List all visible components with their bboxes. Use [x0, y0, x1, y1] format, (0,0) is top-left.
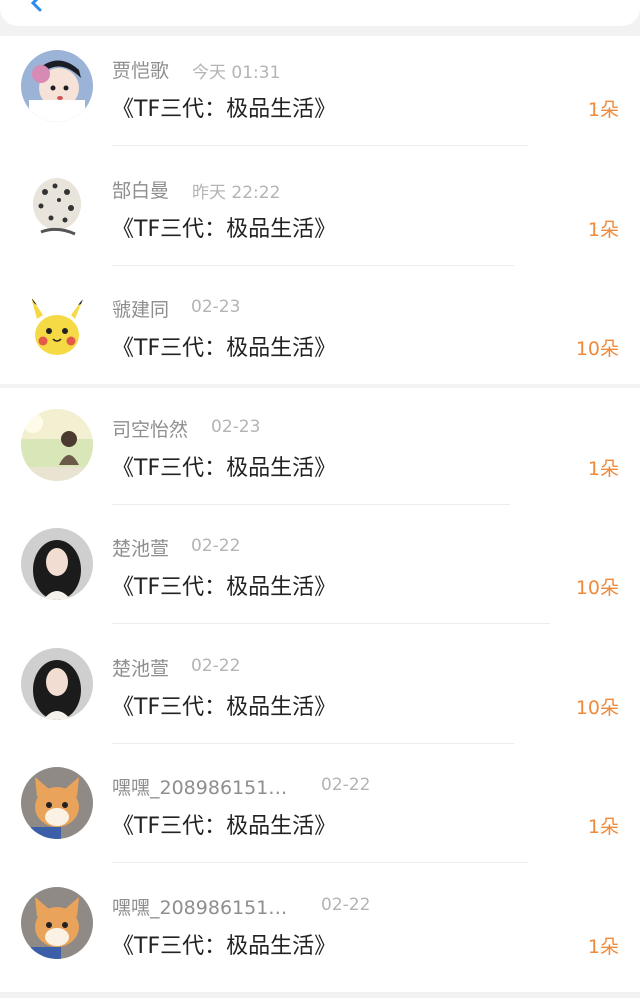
divider [112, 623, 550, 624]
gift-time: 02-23 [211, 416, 261, 437]
gift-time: 02-22 [191, 655, 241, 676]
user-name[interactable]: 嘿嘿_208986151… [112, 893, 287, 920]
flower-count: 10朵 [575, 696, 619, 719]
leopard-avatar[interactable] [21, 169, 93, 242]
list-item[interactable]: 虢建同 02-23 《TF三代：极品生活》 10朵 [0, 275, 640, 395]
flower-count: 1朵 [587, 457, 619, 480]
user-name[interactable]: 楚池萱 [112, 534, 169, 561]
girl-portrait-avatar[interactable] [21, 647, 93, 720]
kitten-avatar[interactable] [21, 886, 93, 959]
user-name[interactable]: 虢建同 [112, 295, 169, 322]
user-name[interactable]: 司空怡然 [112, 415, 188, 442]
gift-time: 昨天 22:22 [192, 182, 281, 203]
kitten-avatar[interactable] [21, 767, 93, 839]
divider [112, 862, 528, 863]
gift-time: 02-23 [191, 297, 241, 317]
top-bar [0, 0, 640, 26]
list-item[interactable]: 贾恺歌 今天 01:31 《TF三代：极品生活》 1朵 [0, 36, 640, 156]
list-item[interactable]: 司空怡然 02-23 《TF三代：极品生活》 1朵 [0, 395, 640, 515]
flower-count: 1朵 [587, 218, 619, 241]
chevron-left-icon[interactable] [26, 0, 48, 14]
list-item[interactable]: 嘿嘿_208986151… 02-22 《TF三代：极品生活》 1朵 [0, 753, 640, 873]
gift-time: 今天 01:31 [192, 63, 281, 83]
pikachu-avatar[interactable] [21, 289, 93, 361]
gift-time: 02-22 [321, 894, 371, 915]
flower-count: 1朵 [587, 935, 619, 958]
user-name[interactable]: 楚池萱 [112, 654, 169, 681]
gift-time: 02-22 [321, 775, 371, 795]
book-title: 《TF三代：极品生活》 [112, 216, 337, 242]
list-item[interactable]: 楚池萱 02-22 《TF三代：极品生活》 10朵 [0, 634, 640, 754]
flower-count: 1朵 [587, 816, 619, 838]
user-name[interactable]: 郜白曼 [112, 176, 169, 203]
flower-count: 10朵 [575, 577, 619, 599]
flower-count: 10朵 [575, 338, 619, 360]
divider [112, 503, 510, 505]
user-name[interactable]: 嘿嘿_208986151… [112, 773, 287, 800]
gift-time: 02-22 [191, 536, 241, 556]
list-item[interactable]: 郜白曼 昨天 22:22 《TF三代：极品生活》 1朵 [0, 156, 640, 276]
girl-sunset-avatar[interactable] [21, 408, 93, 481]
book-title: 《TF三代：极品生活》 [112, 97, 337, 122]
book-title: 《TF三代：极品生活》 [112, 694, 337, 720]
book-title: 《TF三代：极品生活》 [112, 455, 337, 481]
book-title: 《TF三代：极品生活》 [112, 575, 337, 600]
section-gap [0, 384, 640, 388]
divider [112, 742, 514, 744]
list-item[interactable]: 嘿嘿_208986151… 02-22 《TF三代：极品生活》 1朵 [0, 873, 640, 993]
gift-list: 贾恺歌 今天 01:31 《TF三代：极品生活》 1朵 郜白曼 昨天 22:22… [0, 36, 640, 992]
user-name[interactable]: 贾恺歌 [112, 56, 169, 83]
flower-count: 1朵 [587, 99, 619, 121]
book-title: 《TF三代：极品生活》 [112, 933, 337, 959]
anime-girl-avatar[interactable] [21, 50, 93, 122]
divider [112, 145, 528, 146]
book-title: 《TF三代：极品生活》 [112, 336, 337, 361]
list-item[interactable]: 楚池萱 02-22 《TF三代：极品生活》 10朵 [0, 514, 640, 634]
book-title: 《TF三代：极品生活》 [112, 814, 337, 839]
divider [112, 264, 514, 266]
girl-portrait-avatar[interactable] [21, 528, 93, 600]
